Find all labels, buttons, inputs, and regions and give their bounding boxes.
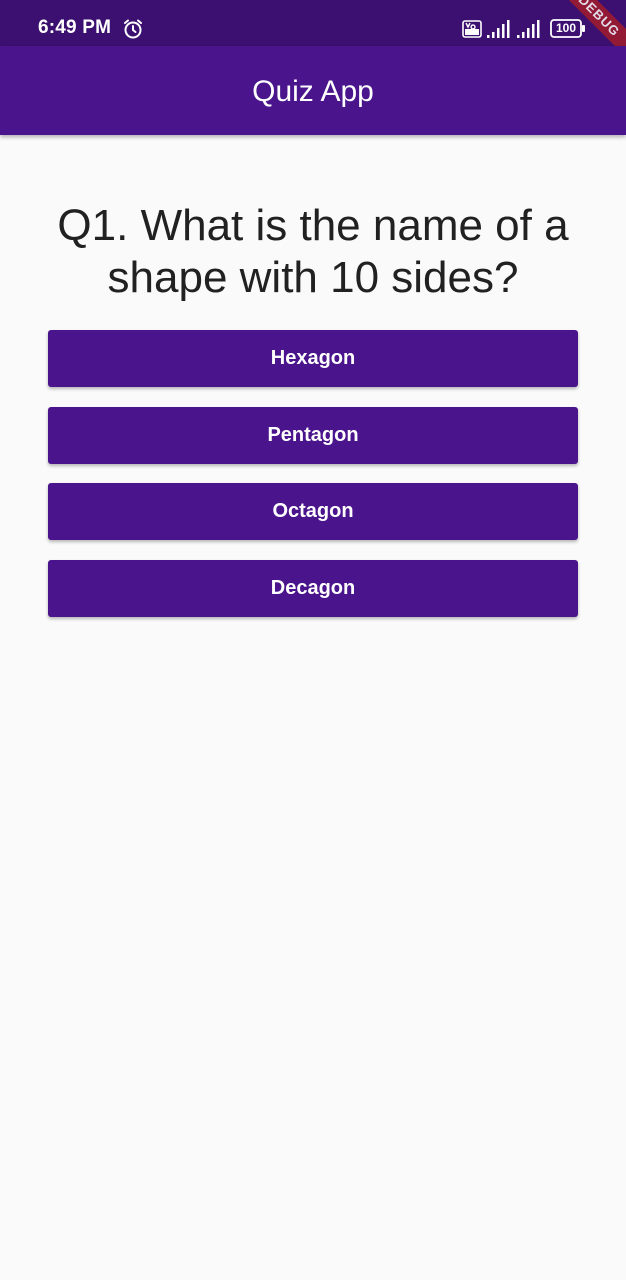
app-title: Quiz App: [252, 75, 374, 108]
volte-icon: [462, 20, 482, 38]
answer-button-pentagon[interactable]: Pentagon: [48, 407, 578, 464]
app-bar: Quiz App: [0, 46, 626, 135]
question-text: Q1. What is the name of a shape with 10 …: [57, 201, 569, 302]
status-bar: 6:49 PM 100 DEBUG: [0, 0, 626, 70]
battery-level: 100: [556, 21, 577, 35]
signal-icon: [487, 20, 510, 38]
alarm-icon: [124, 19, 142, 39]
answer-button-decagon[interactable]: Decagon: [48, 560, 578, 617]
answer-button-hexagon[interactable]: Hexagon: [48, 330, 578, 387]
answer-button-octagon[interactable]: Octagon: [48, 483, 578, 540]
status-time: 6:49 PM: [38, 17, 112, 38]
signal-icon: [517, 20, 540, 38]
